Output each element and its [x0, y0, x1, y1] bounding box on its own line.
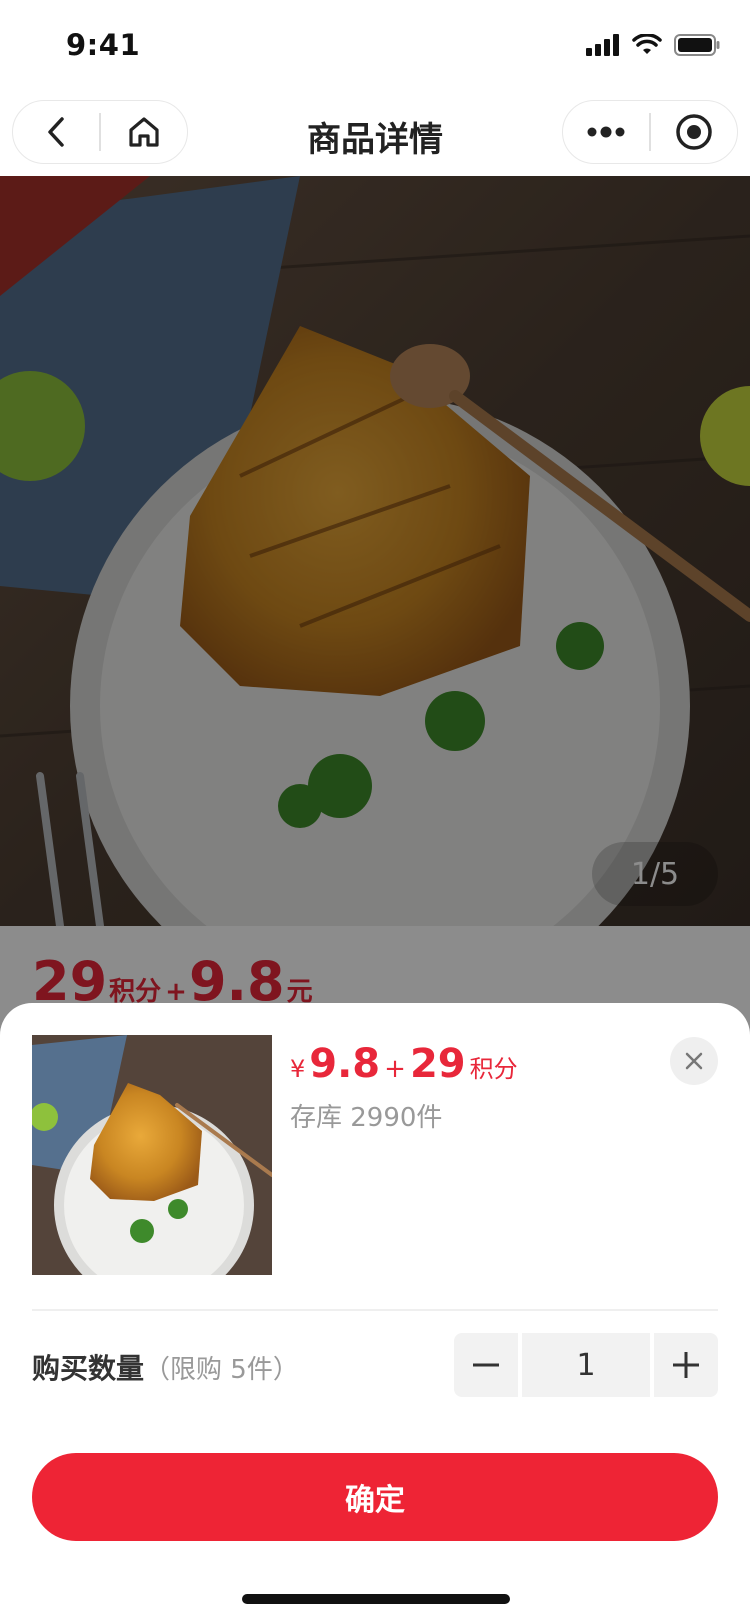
confirm-button[interactable]: 确定: [32, 1453, 718, 1541]
thumbnail-photo: [32, 1035, 272, 1275]
nav-bar: 商品详情: [0, 92, 750, 176]
currency-symbol: ¥: [290, 1055, 306, 1083]
more-icon: [587, 126, 625, 138]
status-time: 9:41: [66, 28, 141, 62]
quantity-limit: （限购 5件）: [144, 1355, 299, 1385]
signal-icon: [586, 34, 619, 56]
purchase-sheet: ¥ 9.8 + 29 积分 存库 2990件 购买数量（限购 5件） 1 确定: [0, 1003, 750, 1624]
increase-button[interactable]: [654, 1333, 718, 1397]
sheet-product-thumbnail: [32, 1035, 272, 1275]
minus-icon: [473, 1363, 499, 1367]
sheet-points-value: 29: [409, 1041, 466, 1087]
sheet-price: ¥ 9.8 + 29 积分: [290, 1041, 518, 1087]
sheet-cash-value: 9.8: [309, 1041, 381, 1087]
quantity-row: 购买数量（限购 5件） 1: [32, 1333, 718, 1399]
more-button[interactable]: [563, 101, 649, 163]
sheet-points-unit: 积分: [469, 1055, 518, 1083]
battery-icon: [674, 34, 720, 56]
quantity-label-group: 购买数量（限购 5件）: [32, 1347, 299, 1387]
target-icon: [676, 114, 712, 150]
stock-text: 存库 2990件: [290, 1103, 443, 1133]
plus-icon: [673, 1352, 699, 1378]
close-miniapp-button[interactable]: [651, 101, 737, 163]
quantity-label: 购买数量: [32, 1352, 145, 1385]
nav-capsule-right: [562, 100, 738, 164]
decrease-button[interactable]: [454, 1333, 518, 1397]
close-button[interactable]: [670, 1037, 718, 1085]
close-icon: [685, 1052, 703, 1070]
home-indicator: [242, 1594, 510, 1604]
status-icons: [586, 30, 720, 60]
divider: [32, 1309, 718, 1311]
quantity-input[interactable]: 1: [522, 1333, 650, 1397]
quantity-stepper: 1: [454, 1333, 718, 1397]
wifi-icon: [632, 34, 662, 54]
status-bar: 9:41: [0, 0, 750, 92]
sheet-plus: +: [384, 1054, 406, 1084]
